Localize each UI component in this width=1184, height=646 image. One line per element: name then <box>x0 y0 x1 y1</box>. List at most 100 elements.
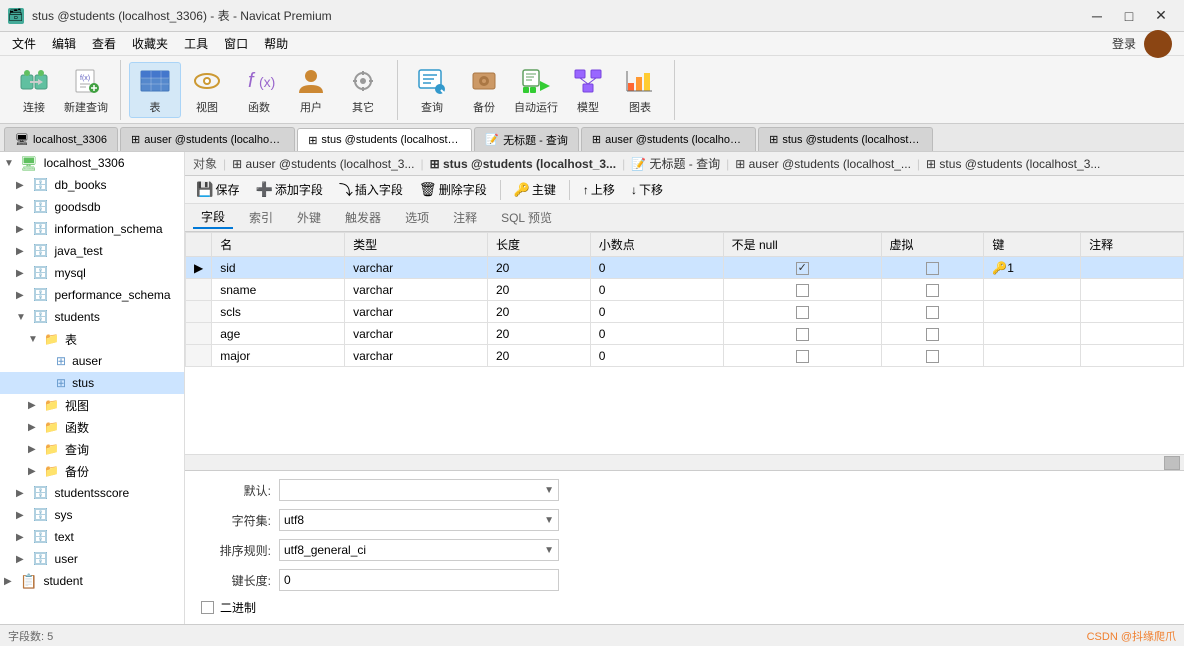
menu-item-编辑[interactable]: 编辑 <box>44 33 84 54</box>
field-virtual-2[interactable] <box>881 301 984 323</box>
table-row-4[interactable]: major varchar 20 0 <box>186 345 1184 367</box>
field-length-2[interactable]: 20 <box>488 301 591 323</box>
menu-item-帮助[interactable]: 帮助 <box>256 33 296 54</box>
field-decimal-3[interactable]: 0 <box>590 323 723 345</box>
field-notnull-2[interactable] <box>723 301 881 323</box>
field-decimal-2[interactable]: 0 <box>590 301 723 323</box>
sidebar-item-3[interactable]: ▶🗄information_schema <box>0 218 184 240</box>
view-button[interactable]: 视图 <box>181 62 233 118</box>
sidebar-item-13[interactable]: ▶📁查询 <box>0 438 184 460</box>
field-type-3[interactable]: varchar <box>345 323 488 345</box>
field-decimal-0[interactable]: 0 <box>590 257 723 279</box>
function-button[interactable]: f (x) 函数 <box>233 62 285 118</box>
table-container[interactable]: 名 类型 长度 小数点 不是 null 虚拟 键 注释 ▶ sid varcha… <box>185 232 1184 454</box>
hscroll-thumb[interactable] <box>1164 456 1180 470</box>
newquery-button[interactable]: f(x) 新建查询 <box>60 62 112 118</box>
primary-key-button[interactable]: 🔑 主键 <box>507 178 563 201</box>
tab-tab3[interactable]: ⊞stus @students (localhost_3... <box>297 128 472 152</box>
sidebar-item-8[interactable]: ▼📁表 <box>0 328 184 350</box>
add-field-button[interactable]: ➕ 添加字段 <box>248 178 329 201</box>
field-decimal-1[interactable]: 0 <box>590 279 723 301</box>
field-comment-1[interactable] <box>1081 279 1184 301</box>
tab-tab2[interactable]: ⊞auser @students (localhost_3... <box>120 127 295 151</box>
stus-tab-active[interactable]: ⊞ stus @students (localhost_3... <box>430 157 616 171</box>
sidebar-item-19[interactable]: ▶📋student <box>0 570 184 592</box>
login-button[interactable]: 登录 <box>1112 35 1136 52</box>
menu-item-文件[interactable]: 文件 <box>4 33 44 54</box>
sidebar-item-12[interactable]: ▶📁函数 <box>0 416 184 438</box>
sidebar-item-6[interactable]: ▶🗄performance_schema <box>0 284 184 306</box>
backup-button[interactable]: 备份 <box>458 62 510 118</box>
sidebar-item-9[interactable]: ⊞auser <box>0 350 184 372</box>
chart-button[interactable]: 图表 <box>614 62 666 118</box>
field-name-3[interactable]: age <box>212 323 345 345</box>
field-comment-2[interactable] <box>1081 301 1184 323</box>
tab-tab6[interactable]: ⊞stus @students (localhost_3... <box>758 127 933 151</box>
default-input[interactable]: ▼ <box>279 479 559 501</box>
field-virtual-4[interactable] <box>881 345 984 367</box>
object-tab-6[interactable]: SQL 预览 <box>493 207 560 228</box>
insert-field-button[interactable]: ⤵ 插入字段 <box>332 177 410 203</box>
notnull-checkbox-4[interactable] <box>796 350 809 363</box>
table-row-3[interactable]: age varchar 20 0 <box>186 323 1184 345</box>
field-virtual-0[interactable] <box>881 257 984 279</box>
object-tab-4[interactable]: 选项 <box>397 207 437 228</box>
connect-button[interactable]: 连接 <box>8 62 60 118</box>
field-virtual-1[interactable] <box>881 279 984 301</box>
object-tab-2[interactable]: 外键 <box>289 207 329 228</box>
sidebar-item-0[interactable]: ▼🖥localhost_3306 <box>0 152 184 174</box>
notnull-checkbox-0[interactable] <box>796 262 809 275</box>
other-button[interactable]: 其它 <box>337 62 389 118</box>
field-decimal-4[interactable]: 0 <box>590 345 723 367</box>
auser2-tab[interactable]: ⊞ auser @students (localhost_... <box>735 157 911 171</box>
field-type-1[interactable]: varchar <box>345 279 488 301</box>
field-length-4[interactable]: 20 <box>488 345 591 367</box>
virtual-checkbox-1[interactable] <box>926 284 939 297</box>
table-button[interactable]: 表 <box>129 62 181 118</box>
field-notnull-1[interactable] <box>723 279 881 301</box>
move-down-button[interactable]: ↓ 下移 <box>624 178 670 201</box>
stus2-tab[interactable]: ⊞ stus @students (localhost_3... <box>926 157 1100 171</box>
table-row-1[interactable]: sname varchar 20 0 <box>186 279 1184 301</box>
sidebar-item-7[interactable]: ▼🗄students <box>0 306 184 328</box>
field-notnull-0[interactable] <box>723 257 881 279</box>
field-type-4[interactable]: varchar <box>345 345 488 367</box>
virtual-checkbox-2[interactable] <box>926 306 939 319</box>
minimize-button[interactable]: ─ <box>1082 6 1112 26</box>
move-up-button[interactable]: ↑ 上移 <box>576 178 622 201</box>
field-length-0[interactable]: 20 <box>488 257 591 279</box>
menu-item-工具[interactable]: 工具 <box>176 33 216 54</box>
virtual-checkbox-0[interactable] <box>926 262 939 275</box>
field-type-0[interactable]: varchar <box>345 257 488 279</box>
field-name-1[interactable]: sname <box>212 279 345 301</box>
menu-item-收藏夹[interactable]: 收藏夹 <box>124 33 176 54</box>
collation-select[interactable]: utf8_general_ci ▼ <box>279 539 559 561</box>
field-name-2[interactable]: scls <box>212 301 345 323</box>
tab-tab4[interactable]: 📝无标题 - 查询 <box>474 127 578 151</box>
sidebar-item-1[interactable]: ▶🗄db_books <box>0 174 184 196</box>
sidebar-item-18[interactable]: ▶🗄user <box>0 548 184 570</box>
sidebar-item-5[interactable]: ▶🗄mysql <box>0 262 184 284</box>
field-comment-0[interactable] <box>1081 257 1184 279</box>
maximize-button[interactable]: □ <box>1114 6 1144 26</box>
table-row-2[interactable]: scls varchar 20 0 <box>186 301 1184 323</box>
tab-tab5[interactable]: ⊞auser @students (localhost_... <box>581 127 756 151</box>
field-notnull-3[interactable] <box>723 323 881 345</box>
virtual-checkbox-4[interactable] <box>926 350 939 363</box>
object-tab-3[interactable]: 触发器 <box>337 207 389 228</box>
notnull-checkbox-3[interactable] <box>796 328 809 341</box>
sidebar-item-2[interactable]: ▶🗄goodsdb <box>0 196 184 218</box>
virtual-checkbox-3[interactable] <box>926 328 939 341</box>
auser-tab[interactable]: ⊞ auser @students (localhost_3... <box>232 157 414 171</box>
field-comment-4[interactable] <box>1081 345 1184 367</box>
delete-field-button[interactable]: 🗑 删除字段 <box>412 178 494 201</box>
sidebar-item-4[interactable]: ▶🗄java_test <box>0 240 184 262</box>
query-button[interactable]: 查询 <box>406 62 458 118</box>
sidebar-item-14[interactable]: ▶📁备份 <box>0 460 184 482</box>
binary-checkbox[interactable] <box>201 601 214 614</box>
model-button[interactable]: 模型 <box>562 62 614 118</box>
notnull-checkbox-1[interactable] <box>796 284 809 297</box>
key-length-input[interactable]: 0 <box>279 569 559 591</box>
field-length-1[interactable]: 20 <box>488 279 591 301</box>
field-comment-3[interactable] <box>1081 323 1184 345</box>
